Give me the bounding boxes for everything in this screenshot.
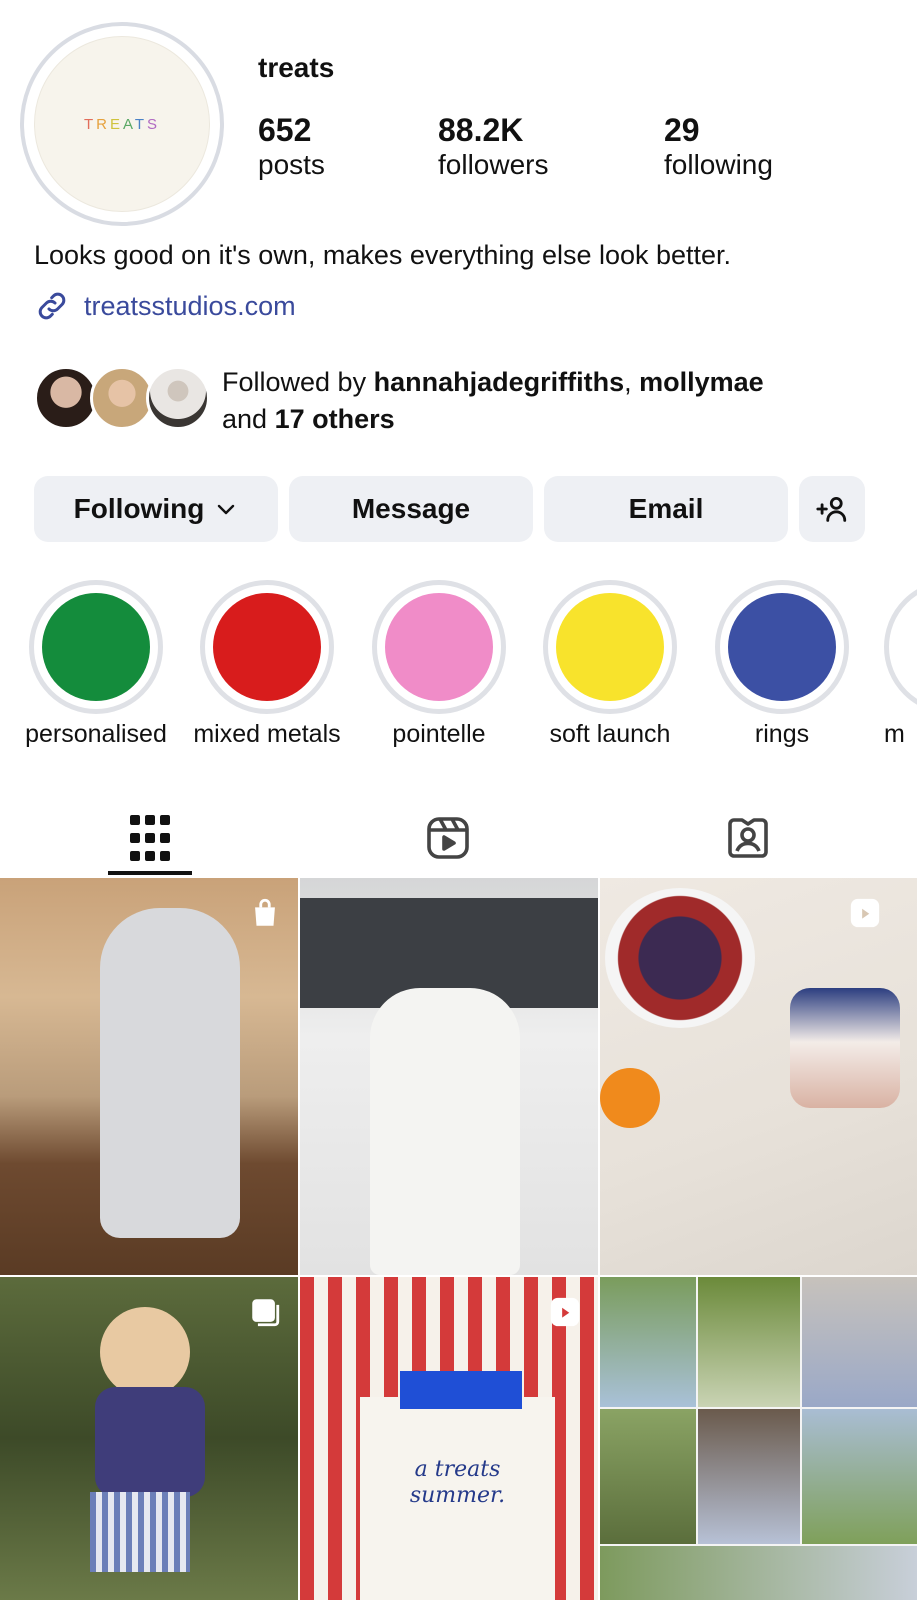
tab-reels[interactable] (388, 800, 508, 876)
stat-posts[interactable]: 652 posts (258, 112, 325, 182)
highlight-ring (372, 580, 506, 714)
highlight-label: m (884, 720, 905, 748)
highlight-label: mixed metals (193, 720, 341, 748)
highlight-ring (200, 580, 334, 714)
following-button[interactable]: Following (34, 476, 278, 542)
active-tab-indicator (108, 871, 192, 875)
highlight-ring (884, 580, 917, 714)
post-collage-cell (698, 1277, 800, 1407)
highlight-cover (728, 593, 836, 701)
add-person-icon (816, 496, 847, 522)
post-collage-cell (802, 1277, 917, 1407)
highlight-ring (543, 580, 677, 714)
highlight-mixed-metals[interactable]: mixed metals (193, 580, 341, 749)
profile-bio: Looks good on it's own, makes everything… (34, 240, 732, 270)
followers-count: 88.2K (438, 112, 524, 148)
email-button[interactable]: Email (544, 476, 788, 542)
post-collage-cell (698, 1409, 800, 1544)
highlight-label: pointelle (392, 720, 486, 748)
post-image-cake (790, 988, 900, 1108)
followed-by-text[interactable]: Followed by hannahjadegriffiths, mollyma… (222, 364, 902, 438)
followed-by-and: and (222, 404, 275, 434)
email-button-label: Email (628, 493, 704, 524)
reel-badge-icon (550, 1297, 580, 1327)
followed-by-prefix: Followed by (222, 367, 374, 397)
posts-label: posts (258, 149, 325, 180)
post-collage-cell (600, 1546, 917, 1600)
mutual-user-1[interactable]: hannahjadegriffiths (374, 367, 625, 397)
post-image-figure-head (100, 1307, 190, 1397)
grid-icon (130, 815, 170, 861)
highlight-personalised[interactable]: personalised (25, 580, 167, 749)
stat-followers[interactable]: 88.2K followers (438, 112, 548, 182)
carousel-icon (252, 1299, 280, 1327)
highlight-rings[interactable]: rings (715, 580, 849, 749)
highlight-ring (29, 580, 163, 714)
highlight-ring (715, 580, 849, 714)
mutual-avatar-3 (146, 366, 210, 430)
post-tile[interactable] (600, 1277, 917, 1600)
highlight-label: personalised (25, 720, 167, 748)
following-count: 29 (664, 112, 700, 148)
post-tile[interactable]: a treats summer. (300, 1277, 598, 1600)
post-collage-cell (600, 1409, 696, 1544)
highlight-soft-launch[interactable]: soft launch (543, 580, 677, 749)
posts-count: 652 (258, 112, 312, 148)
following-label: following (664, 149, 773, 180)
mutual-followers-avatars[interactable] (34, 366, 214, 434)
chevron-down-icon (218, 504, 235, 515)
highlight-cover (42, 593, 150, 701)
mutual-others[interactable]: 17 others (275, 404, 395, 434)
highlight-partial[interactable]: m (884, 580, 917, 780)
post-image-figure-shorts (90, 1492, 190, 1572)
profile-link[interactable]: treatsstudios.com (34, 288, 296, 324)
post-image-figure-shirt (95, 1387, 205, 1497)
message-button[interactable]: Message (289, 476, 533, 542)
caption-line-1: a treats (414, 1457, 501, 1482)
post-image-figure (100, 908, 240, 1238)
avatar-logo-area: TREATS (34, 36, 210, 212)
mutual-avatar-2 (90, 366, 154, 430)
post-image-figure (370, 988, 520, 1275)
post-tile[interactable] (600, 878, 917, 1275)
post-image-fruit-plate (605, 888, 755, 1028)
mutual-avatar-1 (34, 366, 98, 430)
stat-following[interactable]: 29 following (664, 112, 773, 182)
message-button-label: Message (351, 493, 471, 524)
post-image-orange (600, 1068, 660, 1128)
post-collage-cell (802, 1409, 917, 1544)
post-tile[interactable] (0, 878, 298, 1275)
post-image-tape (400, 1371, 522, 1409)
link-text[interactable]: treatsstudios.com (84, 291, 296, 322)
profile-avatar[interactable]: TREATS (20, 22, 224, 226)
followed-by-separator: , (624, 367, 640, 397)
caption-line-2: summer. (409, 1483, 506, 1508)
shopping-bag-icon (255, 898, 275, 926)
highlight-cover (213, 593, 321, 701)
highlight-cover (385, 593, 493, 701)
treats-logo: TREATS (83, 115, 161, 133)
reel-badge-icon (850, 898, 880, 928)
reels-icon (427, 817, 469, 859)
following-button-label: Following (73, 493, 205, 524)
highlight-label: soft launch (549, 720, 671, 748)
link-icon (38, 292, 66, 320)
highlight-pointelle[interactable]: pointelle (372, 580, 506, 749)
tagged-person-icon (728, 818, 768, 858)
post-tile[interactable] (0, 1277, 298, 1600)
highlight-label: rings (754, 720, 810, 748)
followers-label: followers (438, 149, 549, 180)
post-image-caption: a treats summer. (360, 1457, 555, 1509)
suggested-users-button[interactable] (799, 476, 865, 542)
username: treats (258, 52, 335, 83)
post-tile[interactable] (300, 878, 598, 1275)
post-collage-cell (600, 1277, 696, 1407)
tab-posts-grid[interactable] (90, 800, 210, 876)
tab-tagged[interactable] (688, 800, 808, 876)
highlight-cover (556, 593, 664, 701)
mutual-user-2[interactable]: mollymae (639, 367, 764, 397)
